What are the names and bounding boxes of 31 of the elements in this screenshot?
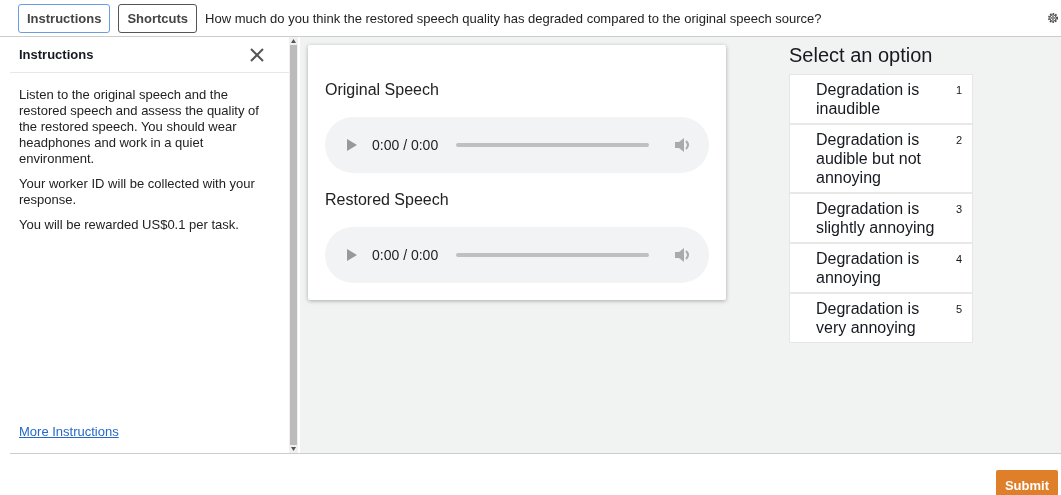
more-instructions-link[interactable]: More Instructions bbox=[19, 424, 119, 439]
audio-player[interactable]: 0:00 / 0:00 bbox=[325, 227, 709, 283]
option-item[interactable]: Degradation is slightly annoying 3 bbox=[790, 194, 972, 242]
volume-icon[interactable] bbox=[675, 138, 691, 152]
audio-player[interactable]: 0:00 / 0:00 bbox=[325, 117, 709, 173]
toolbar-button[interactable]: Instructions bbox=[18, 3, 111, 33]
volume-icon[interactable] bbox=[675, 248, 691, 262]
play-icon[interactable] bbox=[347, 249, 357, 261]
panel-title: Instructions bbox=[19, 47, 94, 62]
toolbar-button[interactable]: Shortcuts bbox=[118, 3, 198, 33]
option-item[interactable]: Degradation is inaudible 1 bbox=[790, 75, 972, 123]
play-icon[interactable] bbox=[347, 139, 357, 151]
question-text: How much do you think the restored speech quality has degraded compared to the original speech source? bbox=[205, 10, 823, 26]
audio-time: 0:00 / 0:00 bbox=[372, 247, 439, 263]
audio-label: Restored Speech bbox=[325, 191, 450, 209]
instruction-text: Listen to the original speech and the restored speech and assess the quality of the restored speech. You should wear headphones and work in a quiet environment. bbox=[19, 87, 259, 167]
scroll-up-icon[interactable] bbox=[291, 39, 296, 43]
instruction-text: You will be rewarded US$0.1 per task. bbox=[19, 217, 240, 233]
instruction-text: Your worker ID will be collected with your response. bbox=[19, 176, 256, 208]
close-icon[interactable] bbox=[249, 46, 265, 63]
progress-track[interactable] bbox=[456, 253, 649, 257]
option-item[interactable]: Degradation is annoying 4 bbox=[790, 244, 972, 292]
option-item[interactable]: Degradation is audible but not annoying 2 bbox=[790, 125, 972, 192]
option-item[interactable]: Degradation is very annoying 5 bbox=[790, 294, 972, 342]
progress-track[interactable] bbox=[456, 143, 649, 147]
scroll-down-icon[interactable] bbox=[291, 447, 296, 451]
settings-icon[interactable] bbox=[1047, 12, 1059, 24]
audio-label: Original Speech bbox=[325, 81, 440, 99]
audio-time: 0:00 / 0:00 bbox=[372, 137, 439, 153]
scrollbar[interactable] bbox=[289, 37, 298, 453]
options-title: Select an option bbox=[789, 44, 934, 67]
